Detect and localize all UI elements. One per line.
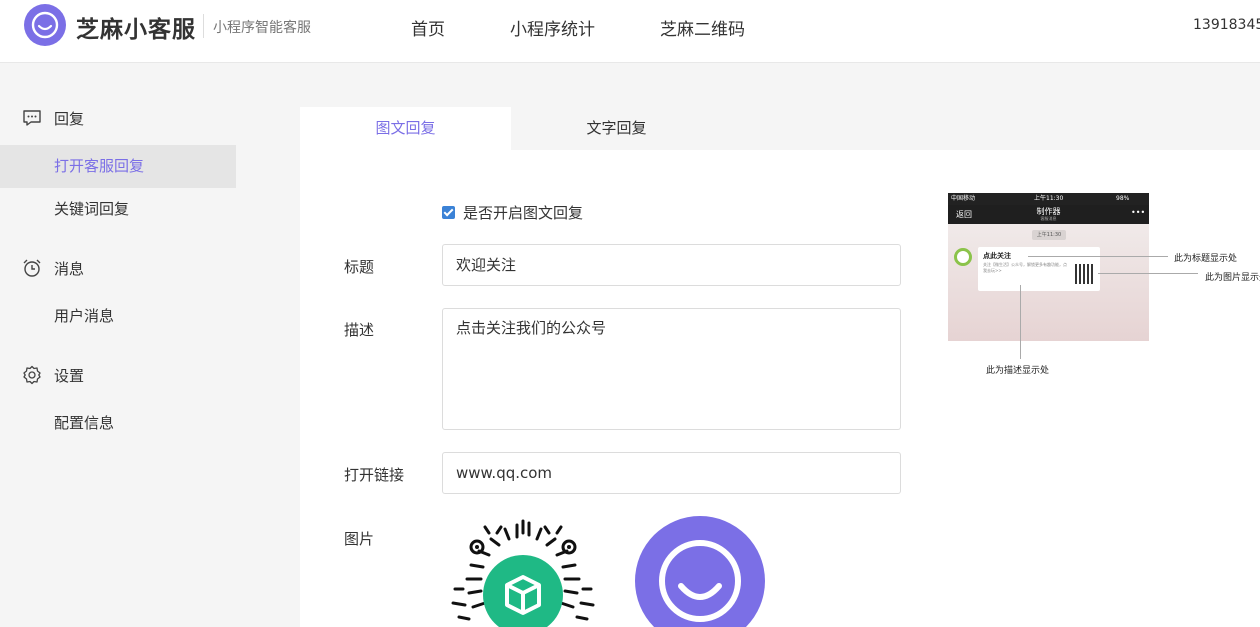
preview-nav-subtitle: 客服消息 bbox=[1040, 216, 1057, 221]
status-time: 上午11:30 bbox=[1034, 195, 1064, 202]
sidebar-group-label: 设置 bbox=[54, 366, 85, 385]
annotation-desc: 此为描述显示处 bbox=[986, 366, 1050, 376]
title-label: 标题 bbox=[344, 258, 375, 276]
wechat-preview-image: 中国移动 上午11:30 98% 返回 制作器 客服消息 ••• 上午11:30… bbox=[948, 193, 1149, 341]
top-header: 芝麻小客服 小程序智能客服 首页 小程序统计 芝麻二维码 13918345 bbox=[0, 0, 1260, 63]
brand-divider bbox=[203, 14, 204, 38]
more-icon: ••• bbox=[1131, 208, 1146, 217]
annotation-line-title bbox=[1028, 256, 1168, 257]
annotation-line-image bbox=[1098, 273, 1198, 274]
gear-icon bbox=[23, 365, 41, 385]
qrcode-image[interactable] bbox=[445, 519, 601, 627]
alarm-clock-icon bbox=[23, 259, 41, 277]
preview-card-title: 点此关注 bbox=[983, 252, 1011, 260]
sidebar-group-label: 消息 bbox=[54, 259, 85, 278]
carrier-text: 中国移动 bbox=[951, 195, 976, 202]
link-input[interactable]: www.qq.com bbox=[442, 452, 901, 494]
annotation-image: 此为图片显示处 bbox=[1205, 273, 1260, 283]
sidebar-group-message: 消息 bbox=[22, 255, 84, 281]
tab-image-text-reply[interactable]: 图文回复 bbox=[300, 107, 511, 150]
phone-nav-bar: 返回 制作器 客服消息 ••• bbox=[948, 205, 1149, 224]
description-label: 描述 bbox=[344, 321, 375, 339]
sidebar-group-reply: 回复 bbox=[22, 105, 84, 131]
preview-card-desc: 关注【微生活】公众号，解锁更多有趣功能，点我去玩>> bbox=[983, 262, 1067, 273]
tab-text-reply[interactable]: 文字回复 bbox=[511, 107, 722, 150]
user-account[interactable]: 13918345 bbox=[1193, 17, 1260, 33]
sidebar-group-settings: 设置 bbox=[22, 362, 84, 388]
nav-home[interactable]: 首页 bbox=[411, 15, 445, 40]
tab-bar: 图文回复 文字回复 bbox=[300, 107, 1260, 150]
brand-subtitle: 小程序智能客服 bbox=[213, 20, 311, 36]
logo-icon[interactable] bbox=[24, 4, 66, 46]
description-textarea[interactable]: 点击关注我们的公众号 bbox=[442, 308, 901, 430]
preview-time-badge: 上午11:30 bbox=[1032, 230, 1066, 240]
preview-avatar bbox=[954, 248, 972, 266]
annotation-title: 此为标题显示处 bbox=[1174, 254, 1238, 264]
main-panel: 图文回复 文字回复 是否开启图文回复 标题 欢迎关注 描述 点击关注我们的公众号… bbox=[300, 107, 1260, 627]
enable-checkbox-label[interactable]: 是否开启图文回复 bbox=[463, 202, 583, 223]
brand-name[interactable]: 芝麻小客服 bbox=[76, 10, 196, 44]
enable-checkbox[interactable] bbox=[442, 206, 455, 219]
image-label: 图片 bbox=[344, 530, 375, 548]
preview-card: 点此关注 关注【微生活】公众号，解锁更多有趣功能，点我去玩>> bbox=[978, 247, 1100, 291]
uploaded-avatar-image[interactable] bbox=[635, 516, 765, 627]
preview-card-qr bbox=[1075, 264, 1095, 284]
enable-image-text-row[interactable]: 是否开启图文回复 bbox=[442, 202, 583, 223]
sidebar-group-label: 回复 bbox=[54, 109, 85, 128]
title-input[interactable]: 欢迎关注 bbox=[442, 244, 901, 286]
phone-status-bar: 中国移动 上午11:30 98% bbox=[948, 193, 1149, 205]
battery-text: 98% bbox=[1116, 195, 1130, 202]
sidebar: 回复 打开客服回复 关键词回复 消息 用户消息 设置 配置信息 bbox=[0, 64, 236, 627]
sidebar-item-config-info[interactable]: 配置信息 bbox=[0, 402, 236, 445]
sidebar-item-open-service-reply[interactable]: 打开客服回复 bbox=[0, 145, 236, 188]
sidebar-item-user-messages[interactable]: 用户消息 bbox=[0, 295, 236, 338]
nav-zhima-qrcode[interactable]: 芝麻二维码 bbox=[660, 15, 745, 40]
link-label: 打开链接 bbox=[344, 466, 405, 484]
annotation-line-desc bbox=[1020, 285, 1021, 359]
chat-bubble-icon bbox=[23, 110, 41, 126]
sidebar-item-keyword-reply[interactable]: 关键词回复 bbox=[0, 188, 236, 231]
nav-miniprogram-stats[interactable]: 小程序统计 bbox=[510, 15, 595, 40]
